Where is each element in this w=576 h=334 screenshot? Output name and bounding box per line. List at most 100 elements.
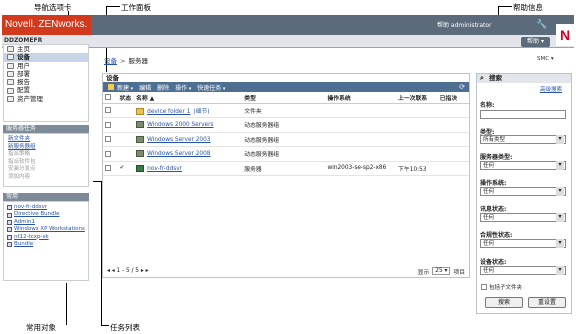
row-select-cell[interactable] bbox=[103, 132, 118, 147]
search-device-select[interactable]: 任何 bbox=[480, 266, 566, 275]
pager-arrows-next[interactable]: ▸ ▸ bbox=[139, 268, 149, 274]
toolbar-item[interactable]: 编辑 bbox=[139, 83, 151, 92]
row-type: 动态服务器组 bbox=[242, 146, 326, 162]
favorite-item[interactable]: Windows XP Workstations bbox=[7, 226, 85, 233]
refresh-icon[interactable]: ⟳ bbox=[459, 83, 465, 91]
breadcrumb-sep: > bbox=[120, 57, 126, 65]
brand-logo: Novell. ZENworks. bbox=[2, 15, 91, 35]
row-name-link[interactable]: Windows Server 2003 bbox=[147, 137, 210, 143]
task-item[interactable]: 新服务器组 bbox=[8, 144, 84, 152]
row-checkbox[interactable] bbox=[105, 136, 111, 142]
row-os bbox=[325, 103, 397, 118]
search-server-type-value: 任何 bbox=[483, 163, 495, 169]
include-subfolders-checkbox[interactable] bbox=[481, 284, 487, 290]
row-assigned bbox=[437, 103, 469, 118]
favorite-label: Windows XP Workstations bbox=[14, 226, 85, 233]
table-row[interactable]: ✔ nov-fr-ddsvr 服务器 win2003-se-sp2-x86 下午10:5… bbox=[103, 161, 469, 176]
column-header[interactable]: 上一次联系 bbox=[396, 92, 438, 104]
nav-item-label: 部署 bbox=[17, 69, 30, 78]
toolbar-item[interactable]: 操作 bbox=[175, 83, 191, 92]
column-header[interactable]: 状态 bbox=[117, 92, 135, 104]
column-header[interactable]: 操作系统 bbox=[325, 92, 397, 104]
row-type: 服务器 bbox=[242, 161, 326, 176]
favorite-label: nt12-tcxp-sk bbox=[14, 233, 49, 240]
select-all-header[interactable] bbox=[103, 92, 118, 104]
task-item[interactable]: 新文件夹 bbox=[8, 136, 84, 144]
deploy-icon bbox=[7, 71, 14, 78]
task-item: 指派软件包 bbox=[8, 158, 36, 165]
nav-item-3[interactable]: 部署 bbox=[4, 70, 88, 78]
search-os-select[interactable]: 任何 bbox=[480, 187, 566, 196]
row-select-cell[interactable] bbox=[103, 146, 118, 162]
nav-item-5[interactable]: 配置 bbox=[4, 86, 88, 94]
toolbar-item[interactable]: 新建 bbox=[117, 83, 133, 92]
object-icon bbox=[7, 220, 12, 226]
nav-item-4[interactable]: 报告 bbox=[4, 78, 88, 86]
column-header[interactable]: 已指决 bbox=[437, 92, 469, 104]
row-select-cell[interactable] bbox=[103, 161, 118, 176]
nav-item-6[interactable]: 资产管理 bbox=[4, 95, 88, 103]
nav-item-1[interactable]: 设备 bbox=[4, 53, 88, 62]
breadcrumb-root[interactable]: 设备 bbox=[104, 57, 117, 65]
row-os bbox=[325, 132, 397, 147]
nav-item-label: 设备 bbox=[17, 53, 30, 62]
row-checkbox[interactable] bbox=[105, 150, 111, 157]
table-row[interactable]: device folder 1 (细节) 文件夹 bbox=[103, 103, 469, 118]
asset-icon bbox=[7, 95, 14, 102]
search-name-input[interactable] bbox=[480, 110, 566, 119]
row-select-cell[interactable] bbox=[103, 117, 118, 133]
server-icon bbox=[136, 164, 145, 172]
reset-button[interactable]: 重设置 bbox=[528, 297, 566, 308]
row-checkbox[interactable] bbox=[105, 165, 111, 171]
help-button[interactable]: 帮助 ▾ bbox=[521, 37, 550, 47]
grid-footer: ◂ ◂ 1 - 5 / 5 ▸ ▸ 显示 25 ▾ 项目 bbox=[103, 266, 469, 276]
favorite-item[interactable]: Directive Bundle bbox=[7, 211, 85, 218]
wrench-icon[interactable]: 🔧 bbox=[532, 17, 552, 33]
row-name-link[interactable]: device folder 1 bbox=[147, 109, 190, 115]
column-header[interactable]: 名称 ▲ bbox=[134, 92, 243, 104]
toolbar-item[interactable]: 删除 bbox=[157, 83, 169, 92]
column-header[interactable]: 类型 bbox=[242, 92, 326, 104]
toolbar-item[interactable]: 快速任务 bbox=[197, 83, 225, 92]
search-msg-select[interactable]: 任何 bbox=[480, 213, 566, 222]
favorite-item[interactable]: nov-fr-ddsvr bbox=[7, 204, 85, 211]
row-select-cell[interactable] bbox=[103, 103, 118, 118]
pager-arrows[interactable]: ◂ ◂ bbox=[107, 268, 117, 274]
group-icon bbox=[136, 121, 145, 129]
search-name-label: 名称: bbox=[480, 102, 495, 109]
object-icon bbox=[7, 242, 12, 248]
advanced-search-link[interactable]: 高级搜索 bbox=[540, 85, 562, 93]
table-row[interactable]: Windows Server 2003 动态服务器组 bbox=[103, 132, 469, 147]
include-subfolders[interactable]: 包括子文件夹 bbox=[481, 283, 522, 291]
new-icon bbox=[108, 84, 114, 90]
callout-line-task-h bbox=[93, 181, 102, 182]
table-row[interactable]: Windows Server 2008 动态服务器组 bbox=[103, 146, 469, 162]
view-selector[interactable]: SMC ▾ bbox=[537, 56, 554, 62]
row-os bbox=[325, 117, 397, 133]
pager-per-page[interactable]: 25 ▾ bbox=[432, 267, 451, 275]
callout-favorites: 常用对象 bbox=[26, 323, 56, 332]
row-details-link[interactable]: (细节) bbox=[193, 109, 209, 115]
select-all-checkbox[interactable] bbox=[105, 94, 111, 100]
nav-tabs: 主页 设备 用户 部署 报告 配置 资产管理 bbox=[3, 44, 89, 122]
row-name-link[interactable]: nov-fr-ddsvr bbox=[147, 166, 182, 172]
favorite-item[interactable]: Bundle bbox=[7, 241, 85, 248]
callout-line-task-b bbox=[101, 325, 109, 326]
row-last bbox=[396, 117, 438, 133]
row-name-link[interactable]: Windows Server 2008 bbox=[147, 151, 210, 157]
breadcrumb-current: 服务器 bbox=[128, 57, 148, 65]
favorite-item[interactable]: nt12-tcxp-sk bbox=[7, 234, 85, 241]
search-compliance-select[interactable]: 任何 bbox=[480, 239, 566, 248]
search-server-type-select[interactable]: 任何 bbox=[480, 161, 566, 170]
status-ok-icon: ✔ bbox=[119, 165, 125, 172]
search-type-select[interactable]: 所有类型 bbox=[480, 135, 566, 144]
table-row[interactable]: Windows 2000 Servers 动态服务器组 bbox=[103, 117, 469, 133]
nav-item-2[interactable]: 用户 bbox=[4, 62, 88, 70]
devices-title: 设备 bbox=[106, 74, 119, 82]
row-name-link[interactable]: Windows 2000 Servers bbox=[147, 122, 213, 128]
row-checkbox[interactable] bbox=[105, 121, 111, 128]
favorite-item[interactable]: Admin1 bbox=[7, 219, 85, 226]
row-checkbox[interactable] bbox=[105, 107, 111, 113]
pager-show-label: 显示 bbox=[417, 269, 430, 276]
search-button[interactable]: 搜索 bbox=[485, 297, 523, 308]
